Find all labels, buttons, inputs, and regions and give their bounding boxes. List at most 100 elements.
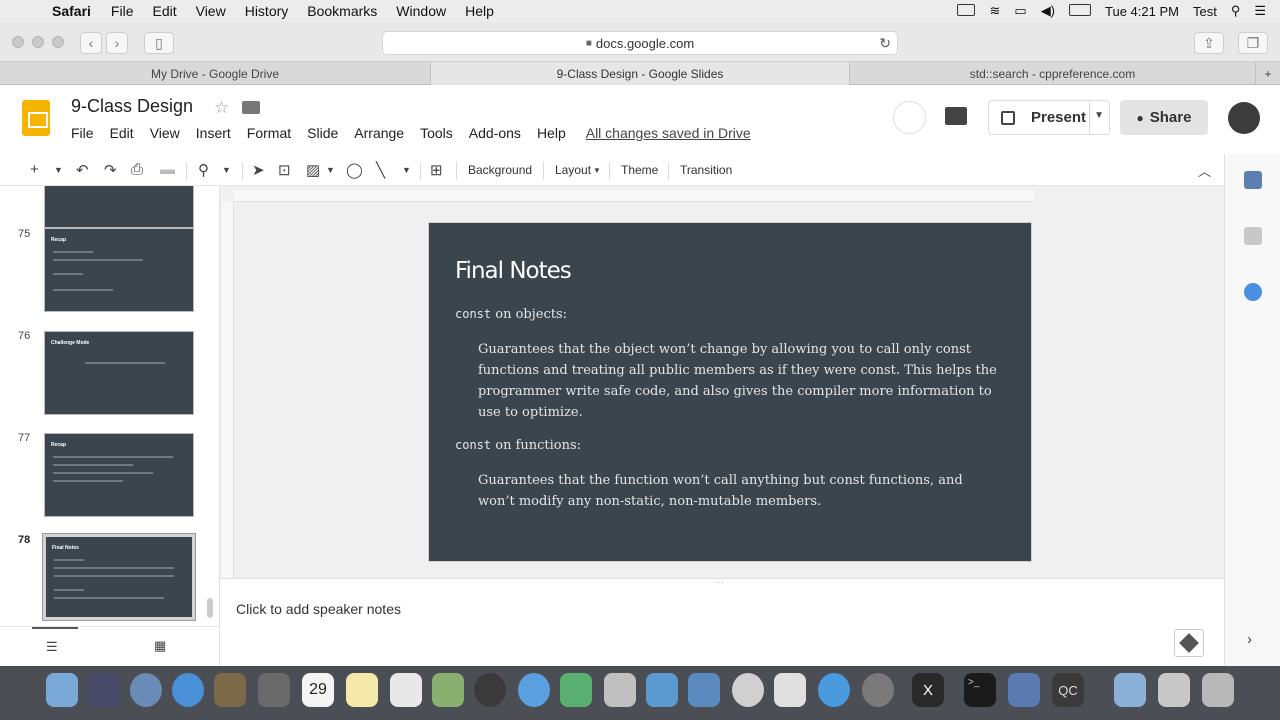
share-button[interactable]: ● Share: [1120, 100, 1208, 135]
new-slide-icon[interactable]: +: [30, 161, 39, 178]
menu-help[interactable]: Help: [465, 3, 494, 19]
explore-button[interactable]: [1174, 629, 1204, 657]
app-menu-safari[interactable]: Safari: [52, 3, 91, 19]
photo-booth-icon[interactable]: [258, 673, 290, 707]
user-name[interactable]: Test: [1193, 4, 1217, 19]
background-button[interactable]: Background: [468, 163, 532, 177]
menu-view[interactable]: View: [196, 3, 226, 19]
insert-comment-icon[interactable]: ⊞: [430, 161, 443, 179]
present-button[interactable]: Present ▼: [988, 100, 1110, 135]
terminal-icon[interactable]: >_: [964, 673, 996, 707]
spotlight-icon[interactable]: ⚲: [1231, 3, 1241, 19]
notes-icon[interactable]: [346, 673, 378, 707]
paint-format-icon[interactable]: ▬: [160, 161, 175, 178]
slide-thumbnail-selected[interactable]: Final Notes: [42, 533, 196, 621]
stack-icon[interactable]: [1158, 673, 1190, 707]
forward-button[interactable]: ›: [106, 32, 128, 54]
chevron-down-icon[interactable]: ▼: [593, 166, 601, 175]
screenshot-app-icon[interactable]: [1008, 673, 1040, 707]
join-call-icon[interactable]: [893, 101, 926, 134]
undo-icon[interactable]: ↶: [76, 161, 89, 179]
docs-menu-arrange[interactable]: Arrange: [354, 125, 404, 141]
volume-icon[interactable]: ◀): [1041, 3, 1055, 19]
share-sheet-icon[interactable]: ⇪: [1194, 32, 1224, 54]
keep-addon-icon[interactable]: [1244, 227, 1262, 245]
system-preferences-icon[interactable]: [862, 673, 894, 707]
docs-menu-insert[interactable]: Insert: [196, 125, 231, 141]
reload-icon[interactable]: ↻: [879, 35, 891, 52]
finder-icon[interactable]: [46, 673, 78, 707]
maps-icon[interactable]: [432, 673, 464, 707]
trash-icon[interactable]: [1202, 673, 1234, 707]
menu-edit[interactable]: Edit: [152, 3, 176, 19]
tab-overview-icon[interactable]: ❐: [1238, 32, 1268, 54]
transition-button[interactable]: Transition: [680, 163, 732, 177]
docs-menu-view[interactable]: View: [150, 125, 180, 141]
zoom-icon[interactable]: ⚲: [198, 161, 209, 179]
docs-menu-format[interactable]: Format: [247, 125, 291, 141]
facetime-icon[interactable]: [560, 673, 592, 707]
back-button[interactable]: ‹: [80, 32, 102, 54]
photos-icon[interactable]: [474, 673, 506, 707]
calendar-addon-icon[interactable]: [1244, 171, 1262, 189]
docs-menu-slide[interactable]: Slide: [307, 125, 338, 141]
speaker-notes-placeholder[interactable]: Click to add speaker notes: [236, 601, 401, 617]
theme-button[interactable]: Theme: [621, 163, 658, 177]
xcode-icon[interactable]: X: [912, 673, 944, 707]
tab-my-drive[interactable]: My Drive - Google Drive: [0, 62, 431, 85]
grid-view-icon[interactable]: ▦: [154, 638, 166, 654]
print-icon[interactable]: ⎙: [131, 161, 143, 178]
contacts-icon[interactable]: [604, 673, 636, 707]
messages-icon[interactable]: [518, 673, 550, 707]
speaker-notes-panel[interactable]: ··· Click to add speaker notes: [220, 577, 1224, 666]
tab-class-design-slides[interactable]: 9-Class Design - Google Slides: [431, 62, 850, 85]
notification-center-icon[interactable]: ☰: [1254, 3, 1266, 19]
image-icon[interactable]: ▨: [306, 161, 320, 179]
save-status[interactable]: All changes saved in Drive: [586, 125, 751, 141]
docs-menu-help[interactable]: Help: [537, 125, 566, 141]
docs-menu-tools[interactable]: Tools: [420, 125, 453, 141]
shape-icon[interactable]: ◯: [346, 161, 363, 179]
siri-icon[interactable]: [88, 673, 120, 707]
chevron-down-icon[interactable]: ▼: [1094, 110, 1104, 121]
menu-history[interactable]: History: [245, 3, 289, 19]
chevron-down-icon[interactable]: ▼: [222, 165, 231, 175]
account-avatar[interactable]: [1228, 102, 1260, 134]
minimize-window-button[interactable]: [32, 36, 44, 48]
safari-icon[interactable]: [172, 673, 204, 707]
chevron-right-icon[interactable]: ›: [1247, 631, 1252, 648]
slides-logo-icon[interactable]: [22, 100, 50, 136]
slide-paragraph[interactable]: Guarantees that the object won’t change …: [478, 339, 998, 423]
docs-menu-file[interactable]: File: [71, 125, 94, 141]
chevron-down-icon[interactable]: ▼: [326, 165, 335, 175]
clock[interactable]: Tue 4:21 PM: [1105, 4, 1179, 19]
slide-thumbnail[interactable]: Challenge Mode: [44, 331, 194, 415]
slide-subheading[interactable]: const on functions:: [455, 438, 581, 453]
layout-button[interactable]: Layout: [555, 163, 591, 177]
slide-canvas[interactable]: Final Notes const on objects: Guarantees…: [428, 222, 1032, 562]
menu-window[interactable]: Window: [396, 3, 446, 19]
redo-icon[interactable]: ↷: [104, 161, 117, 179]
launchpad-icon[interactable]: [130, 673, 162, 707]
notes-resize-handle[interactable]: ···: [714, 577, 724, 588]
menu-bookmarks[interactable]: Bookmarks: [307, 3, 377, 19]
app-store-icon[interactable]: [818, 673, 850, 707]
slide-title[interactable]: Final Notes: [455, 258, 572, 284]
airplay-icon[interactable]: ▭: [1014, 3, 1026, 19]
new-tab-button[interactable]: +: [1256, 62, 1280, 85]
screen-icon[interactable]: [957, 3, 976, 19]
wifi-icon[interactable]: ≋: [989, 3, 1000, 19]
battery-icon[interactable]: [1069, 3, 1092, 19]
address-bar[interactable]: ■ docs.google.com ↻: [382, 31, 898, 55]
itunes-icon[interactable]: [774, 673, 806, 707]
tasks-addon-icon[interactable]: [1244, 283, 1262, 301]
downloads-folder-icon[interactable]: [1114, 673, 1146, 707]
select-cursor-icon[interactable]: ➤: [252, 161, 265, 179]
collapse-chevron-up-icon[interactable]: ︿: [1198, 161, 1211, 180]
slide-thumbnail[interactable]: [44, 186, 194, 228]
slide-thumbnail[interactable]: Recap: [44, 433, 194, 517]
docs-menu-addons[interactable]: Add-ons: [469, 125, 521, 141]
quartz-composer-icon[interactable]: QC: [1052, 673, 1084, 707]
tab-cppreference[interactable]: std::search - cppreference.com: [850, 62, 1256, 85]
numbers-icon[interactable]: [646, 673, 678, 707]
